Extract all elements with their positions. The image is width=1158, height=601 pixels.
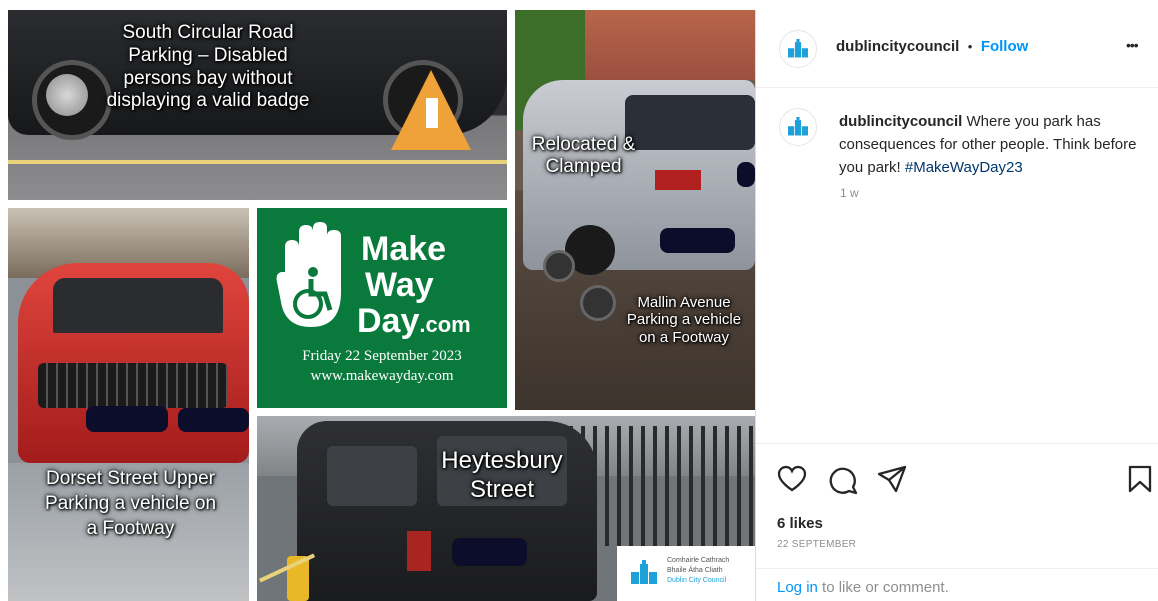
login-prompt: Log in to like or comment. [777,579,949,596]
make-way-line1: Make [361,230,447,268]
post-header: dublincitycouncil • Follow ••• [756,10,1158,88]
make-way-line3: Day [357,302,420,340]
caption-south-circular: South Circular Road Parking – Disabled p… [106,22,310,112]
heart-icon[interactable] [777,465,807,493]
council-line3: Dublin City Council [667,577,727,584]
photo-mallin-avenue: Relocated & Clamped Mallin Avenue Parkin… [515,10,755,410]
hashtag-link[interactable]: #MakeWayDay23 [905,159,1023,176]
make-way-day-graphic: Make Way Day.com Friday 22 September 202… [257,208,507,408]
photo-south-circular: South Circular Road Parking – Disabled p… [8,10,507,200]
castle-logo-icon [788,39,808,58]
hand-wheelchair-icon [276,222,341,327]
castle-logo-icon [631,560,657,584]
login-rest: to like or comment. [817,579,949,596]
share-icon[interactable] [877,465,907,493]
avatar[interactable] [779,108,817,146]
redacted-plate [452,538,527,566]
council-line2: Bhaile Átha Cliath [667,567,723,574]
caption-text: dublincitycouncil Where you park has con… [839,110,1139,179]
caption-time: 1 w [840,186,859,200]
caption-block: dublincitycouncil Where you park has con… [756,88,1158,448]
redacted-plate [660,228,735,253]
avatar[interactable] [779,30,817,68]
redacted-plate [86,406,168,432]
caption-mallin: Mallin Avenue Parking a vehicle on a Foo… [626,294,742,346]
more-options-button[interactable]: ••• [1126,37,1139,53]
likes-count[interactable]: 6 likes [777,515,823,532]
make-way-url: www.makewayday.com [310,368,454,384]
council-line1: Comhairle Cathrach [667,557,730,564]
actions-divider [756,443,1158,444]
header-dot: • [967,39,973,54]
caption-dorset: Dorset Street Upper Parking a vehicle on… [44,468,217,540]
footer-divider [756,568,1158,569]
make-way-line2: Way [365,266,434,304]
caption-username[interactable]: dublincitycouncil [839,113,962,130]
council-logo-tile: Comhairle Cathrach Bhaile Átha Cliath Du… [617,546,755,601]
photo-heytesbury-street: Heytesbury Street Comhairle Cathrach Bha… [257,416,755,601]
follow-button[interactable]: Follow [981,38,1029,55]
make-way-dotcom: .com [419,312,471,337]
post-sidebar: dublincitycouncil • Follow ••• dublincit… [755,10,1158,601]
post-image[interactable]: South Circular Road Parking – Disabled p… [8,10,755,601]
castle-logo-icon [788,117,808,136]
caption-heytesbury: Heytesbury Street [441,447,563,504]
make-way-date: Friday 22 September 2023 [302,348,462,364]
header-username[interactable]: dublincitycouncil [836,38,959,55]
redacted-plate [737,162,755,187]
post-date: 22 SEPTEMBER [777,539,857,550]
login-link[interactable]: Log in [777,579,818,596]
photo-dorset-street: Dorset Street Upper Parking a vehicle on… [8,208,249,601]
comment-icon[interactable] [828,465,858,495]
redacted-plate [178,408,249,432]
caption-relocated: Relocated & Clamped [531,134,636,177]
bookmark-icon[interactable] [1127,465,1153,493]
instagram-post: South Circular Road Parking – Disabled p… [0,0,1158,601]
